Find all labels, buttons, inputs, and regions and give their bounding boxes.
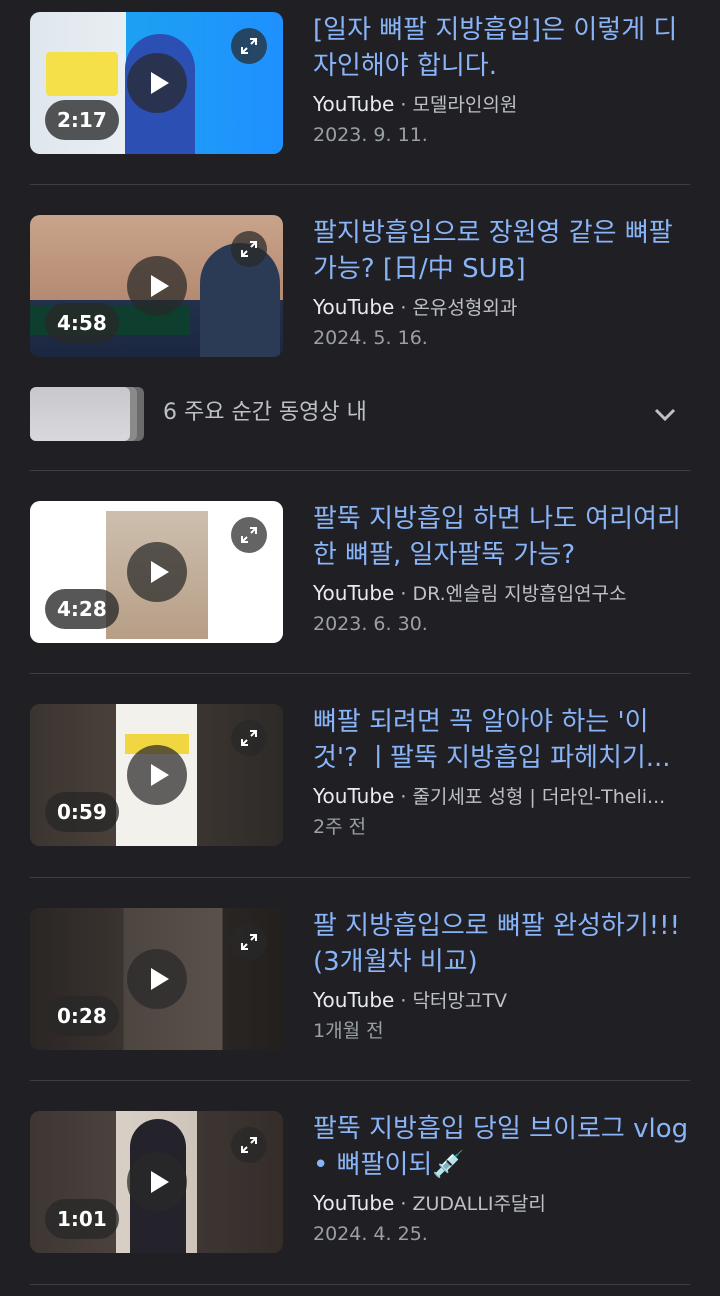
video-duration: 0:28 [45,996,119,1036]
play-icon[interactable] [127,53,187,113]
video-result[interactable]: 0:28 팔 지방흡입으로 뼈팔 완성하기!!! (3개월차 비교) YouTu… [30,908,690,1050]
video-channel: 닥터망고TV [412,990,507,1012]
divider [30,184,690,185]
video-title-link[interactable]: [일자 뼈팔 지방흡입]은 이렇게 디자인해야 합니다. [313,12,690,84]
video-result[interactable]: 4:28 팔뚝 지방흡입 하면 나도 여리여리한 뼈팔, 일자팔뚝 가능? Yo… [30,501,690,643]
video-source: YouTube [313,581,395,605]
divider [30,1284,690,1285]
video-duration: 4:58 [45,303,119,343]
video-duration: 1:01 [45,1199,119,1239]
meta-separator: · [394,94,413,116]
expand-icon[interactable] [231,517,267,553]
video-result[interactable]: 1:01 팔뚝 지방흡입 당일 브이로그 vlog • 뼈팔이되💉 YouTub… [30,1111,690,1253]
play-icon[interactable] [127,745,187,805]
play-icon[interactable] [127,949,187,1009]
expand-icon[interactable] [231,924,267,960]
divider [30,470,690,471]
video-thumbnail[interactable]: 4:58 [30,215,283,357]
meta-separator: · [394,990,413,1012]
video-result[interactable]: 0:59 뼈팔 되려면 꼭 알아야 하는 '이것'? ㅣ팔뚝 지방흡입 파헤치기… [30,704,690,846]
play-icon[interactable] [127,256,187,316]
video-source: YouTube [313,1191,395,1215]
meta-separator: · [394,1193,413,1215]
video-channel: 모델라인의원 [412,94,518,116]
play-icon[interactable] [127,1152,187,1212]
meta-separator: · [394,297,413,319]
chevron-down-icon[interactable] [652,401,678,427]
expand-icon[interactable] [231,1127,267,1163]
video-channel: ZUDALLI주달리 [412,1193,546,1215]
video-date: 2주 전 [313,816,367,838]
video-duration: 2:17 [45,100,119,140]
video-thumbnail[interactable]: 2:17 [30,12,283,154]
key-moments-row[interactable]: 6 주요 순간 동영상 내 [30,387,690,441]
play-icon[interactable] [127,542,187,602]
video-title-link[interactable]: 팔뚝 지방흡입 당일 브이로그 vlog • 뼈팔이되💉 [313,1111,690,1183]
key-moments-label: 6 주요 순간 동영상 내 [163,400,367,425]
meta-separator: · [394,583,413,605]
key-moments-thumbnails [30,387,144,441]
video-thumbnail[interactable]: 0:59 [30,704,283,846]
video-duration: 4:28 [45,589,119,629]
expand-icon[interactable] [231,28,267,64]
video-source: YouTube [313,988,395,1012]
video-result[interactable]: 2:17 [일자 뼈팔 지방흡입]은 이렇게 디자인해야 합니다. YouTub… [30,12,690,154]
video-title-link[interactable]: 팔지방흡입으로 장원영 같은 뼈팔 가능? [日/中 SUB] [313,215,690,287]
video-date: 1개월 전 [313,1020,384,1042]
expand-icon[interactable] [231,720,267,756]
video-channel: DR.엔슬림 지방흡입연구소 [412,583,627,605]
video-date: 2023. 9. 11. [313,124,428,146]
video-result[interactable]: 4:58 팔지방흡입으로 장원영 같은 뼈팔 가능? [日/中 SUB] You… [30,215,690,357]
expand-icon[interactable] [231,231,267,267]
video-title-link[interactable]: 팔 지방흡입으로 뼈팔 완성하기!!! (3개월차 비교) [313,908,690,980]
divider [30,1080,690,1081]
video-duration: 0:59 [45,792,119,832]
video-thumbnail[interactable]: 4:28 [30,501,283,643]
video-channel: 줄기세포 성형 | 더라인-Theli... [412,786,666,808]
video-thumbnail[interactable]: 1:01 [30,1111,283,1253]
video-date: 2023. 6. 30. [313,613,428,635]
video-title-link[interactable]: 뼈팔 되려면 꼭 알아야 하는 '이것'? ㅣ팔뚝 지방흡입 파헤치기... [313,704,690,776]
meta-separator: · [394,786,413,808]
divider [30,877,690,878]
video-channel: 온유성형외과 [412,297,518,319]
video-source: YouTube [313,295,395,319]
video-source: YouTube [313,92,395,116]
divider [30,673,690,674]
video-thumbnail[interactable]: 0:28 [30,908,283,1050]
video-source: YouTube [313,784,395,808]
video-date: 2024. 4. 25. [313,1223,428,1245]
video-date: 2024. 5. 16. [313,327,428,349]
video-title-link[interactable]: 팔뚝 지방흡입 하면 나도 여리여리한 뼈팔, 일자팔뚝 가능? [313,501,690,573]
